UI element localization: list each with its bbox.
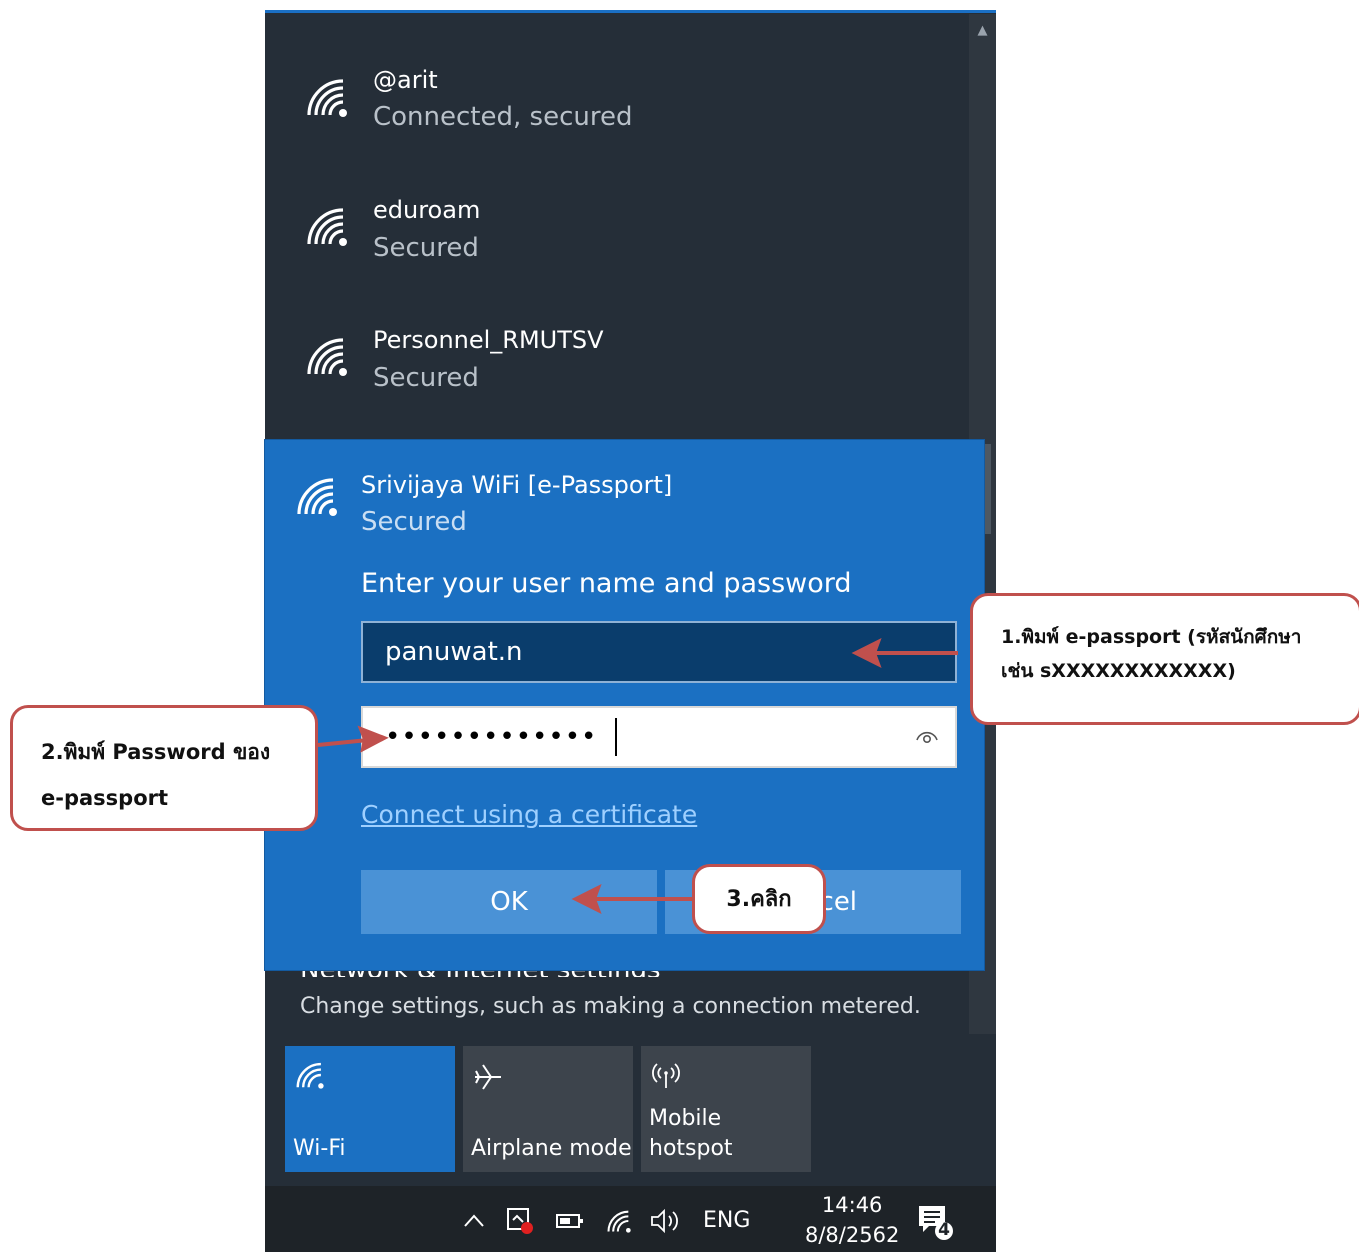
annotation-arrow-2 bbox=[317, 738, 369, 747]
annotation-arrowhead-1 bbox=[851, 637, 882, 669]
annotation-arrowhead-3 bbox=[571, 883, 602, 915]
annotation-arrowhead-2 bbox=[357, 725, 389, 753]
annotation-arrows bbox=[317, 637, 958, 915]
